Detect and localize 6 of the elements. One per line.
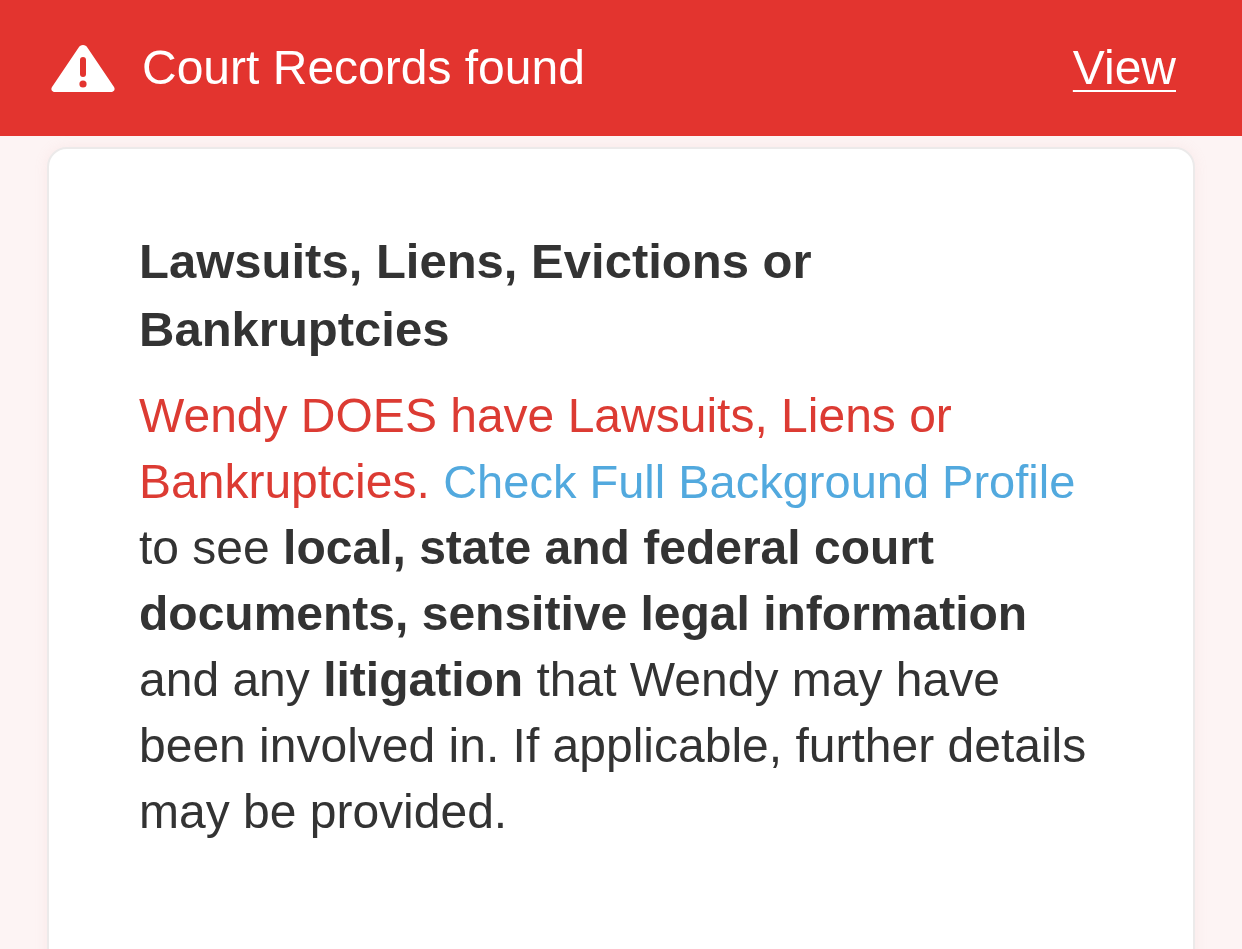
card-text: Wendy DOES have Lawsuits, Liens or Bankruptcies. Check Full Background Profile to see local, state and federal court documents, sensitive legal information and any litigation that Wendy may have been involved in. If applicable, further details may be provided.: [139, 388, 1088, 840]
warning-icon: [50, 43, 116, 93]
banner-title: Court Records found: [142, 40, 586, 97]
card-heading: Lawsuits, Liens, Evictions or Bankruptcies: [139, 233, 813, 358]
view-link[interactable]: View: [1072, 39, 1176, 97]
profile-link[interactable]: Check Full Background Profile: [443, 455, 1076, 508]
